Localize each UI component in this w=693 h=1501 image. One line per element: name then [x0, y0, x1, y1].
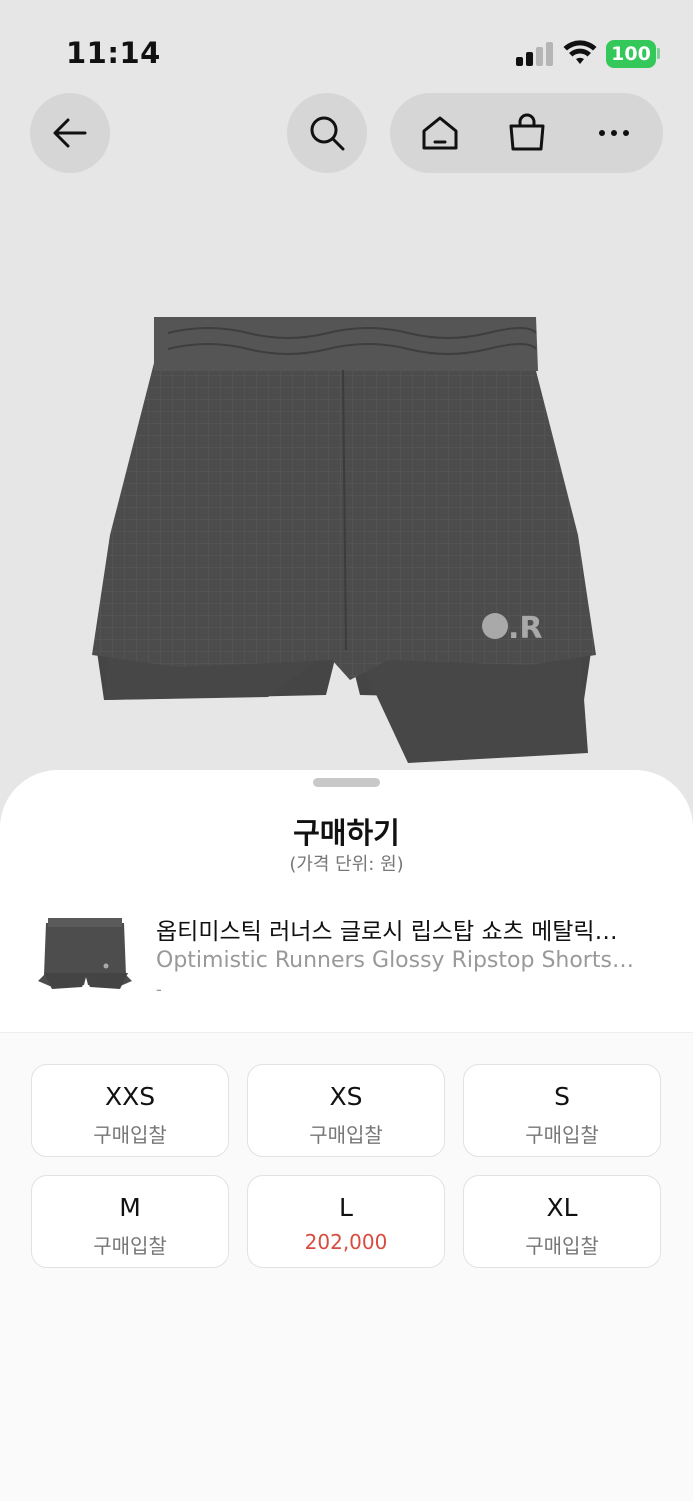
product-image: .R: [92, 317, 596, 763]
purchase-sheet: 구매하기 (가격 단위: 원) 옵티미스틱 러너스 글로시 립스탑 쇼츠 메탈릭…: [0, 770, 693, 1501]
battery-tip: [657, 48, 660, 59]
shopping-bag-button[interactable]: [503, 109, 551, 157]
product-name-english: Optimistic Runners Glossy Ripstop Shorts…: [156, 948, 634, 973]
wifi-icon: [563, 40, 597, 64]
product-thumbnail: [38, 918, 132, 989]
search-button[interactable]: [287, 93, 367, 173]
size-label: XXS: [104, 1082, 156, 1111]
product-option-text: -: [156, 980, 162, 999]
product-name-korean: 옵티미스틱 러너스 글로시 립스탑 쇼츠 메탈릭…: [156, 919, 618, 945]
product-logo: .R: [508, 611, 543, 646]
more-button[interactable]: [590, 109, 638, 157]
price-unit-note: (가격 단위: 원): [289, 854, 404, 875]
size-price: 구매입찰: [93, 1123, 167, 1147]
size-option-xl[interactable]: XL 구매입찰: [463, 1175, 661, 1268]
home-button[interactable]: [416, 109, 464, 157]
sheet-title: 구매하기: [293, 816, 400, 850]
cellular-signal-icon: [516, 42, 554, 66]
battery-indicator: 100: [606, 40, 656, 68]
size-label: XL: [546, 1193, 578, 1222]
size-price: 구매입찰: [525, 1123, 599, 1147]
size-option-l[interactable]: L 202,000: [247, 1175, 445, 1268]
more-icon: [598, 130, 629, 136]
back-button[interactable]: [30, 93, 110, 173]
size-grid: XXS 구매입찰 XS 구매입찰 S 구매입찰 M 구매입찰 L 202,000…: [0, 1032, 693, 1501]
size-price: 구매입찰: [309, 1123, 383, 1147]
size-label: S: [554, 1082, 570, 1111]
search-icon: [310, 116, 345, 151]
size-label: XS: [329, 1082, 363, 1111]
sheet-grabber-handle[interactable]: [313, 778, 380, 787]
size-label: M: [119, 1193, 141, 1222]
size-option-m[interactable]: M 구매입찰: [31, 1175, 229, 1268]
size-option-s[interactable]: S 구매입찰: [463, 1064, 661, 1157]
status-time: 11:14: [66, 36, 161, 70]
home-icon: [422, 116, 457, 150]
size-price-highlighted: 202,000: [304, 1230, 388, 1254]
back-arrow-icon: [53, 118, 87, 148]
shopping-bag-icon: [509, 113, 544, 151]
size-label: L: [339, 1193, 353, 1222]
size-price: 구매입찰: [93, 1234, 167, 1258]
size-price: 구매입찰: [525, 1234, 599, 1258]
status-bar: 11:14 100: [0, 0, 693, 100]
size-option-xs[interactable]: XS 구매입찰: [247, 1064, 445, 1157]
nav-actions-group: [390, 93, 663, 173]
size-option-xxs[interactable]: XXS 구매입찰: [31, 1064, 229, 1157]
